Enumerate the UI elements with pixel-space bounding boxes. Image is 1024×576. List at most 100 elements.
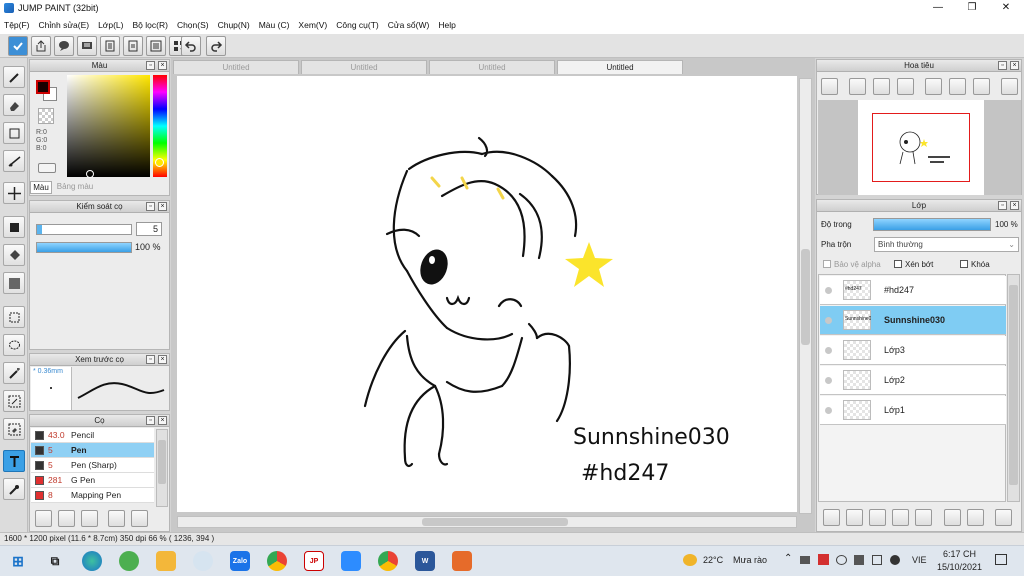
color-picker-cursor[interactable] xyxy=(86,170,94,178)
brush-list-scrollbar[interactable] xyxy=(156,429,168,507)
reset-rotation-icon[interactable] xyxy=(949,78,966,95)
app-icon[interactable] xyxy=(119,551,139,571)
menu-view[interactable]: Xem(V) xyxy=(298,20,327,30)
cloud-check-icon[interactable] xyxy=(8,36,28,56)
document-tab[interactable]: Untitled xyxy=(301,60,427,74)
chrome-icon[interactable] xyxy=(378,551,398,571)
saturation-value-picker[interactable] xyxy=(67,75,150,177)
clipping-checkbox[interactable] xyxy=(894,260,902,268)
menu-layer[interactable]: Lớp(L) xyxy=(98,20,123,30)
lasso-icon[interactable] xyxy=(3,334,25,356)
task-view-icon[interactable]: ⧉ xyxy=(45,551,65,571)
language-indicator[interactable]: VIE xyxy=(912,555,927,565)
wifi-icon[interactable] xyxy=(836,555,847,565)
layer-list-scrollbar[interactable] xyxy=(1007,274,1020,502)
jump-paint-taskbar-icon[interactable]: JP xyxy=(304,551,324,571)
message-box-icon[interactable] xyxy=(77,36,97,56)
new-halftone-layer-icon[interactable] xyxy=(892,509,909,526)
eyedropper-icon[interactable] xyxy=(3,478,25,500)
menu-file[interactable]: Tệp(F) xyxy=(4,20,30,30)
rotate-left-icon[interactable] xyxy=(925,78,942,95)
tab-palette[interactable]: Bảng màu xyxy=(54,181,96,194)
tray-app-icon[interactable] xyxy=(890,555,900,565)
word-icon[interactable]: W xyxy=(415,551,435,571)
navigator-view[interactable] xyxy=(818,100,1021,195)
tray-chevron-up-icon[interactable]: ⌃ xyxy=(784,553,792,564)
layer-folder-icon[interactable] xyxy=(915,509,932,526)
lock-checkbox[interactable] xyxy=(960,260,968,268)
document-icon[interactable] xyxy=(100,36,120,56)
close-button[interactable]: ✕ xyxy=(989,0,1023,16)
lock-option[interactable]: Khóa xyxy=(960,260,990,269)
panel-close-icon[interactable]: × xyxy=(158,416,167,425)
weather-description[interactable]: Mưa rào xyxy=(733,555,767,565)
square-select-icon[interactable] xyxy=(3,122,25,144)
menu-select[interactable]: Chọn(S) xyxy=(177,20,209,30)
page-icon[interactable] xyxy=(123,36,143,56)
duplicate-layer-icon[interactable] xyxy=(944,509,961,526)
tray-app-icon[interactable] xyxy=(800,556,810,564)
tab-color[interactable]: Màu xyxy=(30,181,52,194)
zoom-icon[interactable] xyxy=(341,551,361,571)
delete-layer-icon[interactable] xyxy=(995,509,1012,526)
text-icon[interactable] xyxy=(3,450,25,472)
brush-settings-icon[interactable] xyxy=(35,510,52,527)
redo-icon[interactable] xyxy=(206,36,226,56)
layer-row[interactable]: Lớp3 xyxy=(820,336,1006,365)
zoom-out-icon[interactable] xyxy=(897,78,914,95)
layer-visibility-icon[interactable] xyxy=(825,407,832,414)
layer-visibility-icon[interactable] xyxy=(825,347,832,354)
select-rect-icon[interactable] xyxy=(3,306,25,328)
protect-alpha-option[interactable]: Bảo vệ alpha xyxy=(823,260,881,269)
menu-capture[interactable]: Chụp(N) xyxy=(218,20,250,30)
drawing-canvas[interactable]: Sunnshine030 #hd247 xyxy=(177,76,797,512)
weather-icon[interactable] xyxy=(683,554,697,566)
edge-browser-icon[interactable] xyxy=(82,551,102,571)
speech-bubble-icon[interactable] xyxy=(54,36,74,56)
layer-visibility-icon[interactable] xyxy=(825,377,832,384)
fill-bucket-icon[interactable] xyxy=(3,244,25,266)
blend-mode-select[interactable]: Bình thường ⌄ xyxy=(874,237,1019,252)
foreground-color-swatch[interactable] xyxy=(36,80,50,94)
navigator-refresh-icon[interactable] xyxy=(1001,78,1018,95)
folder-icon[interactable] xyxy=(131,510,148,527)
panel-close-icon[interactable]: × xyxy=(1010,61,1019,70)
list-icon[interactable] xyxy=(146,36,166,56)
app-icon[interactable] xyxy=(193,551,213,571)
select-pen-icon[interactable] xyxy=(3,390,25,412)
app-icon[interactable] xyxy=(452,551,472,571)
brush-icon[interactable] xyxy=(3,66,25,88)
brush-list-item[interactable]: 281 G Pen xyxy=(31,473,154,488)
select-eraser-icon[interactable] xyxy=(3,418,25,440)
rotate-right-icon[interactable] xyxy=(973,78,990,95)
hue-slider-handle[interactable] xyxy=(155,158,164,167)
menu-help[interactable]: Help xyxy=(438,20,455,30)
line-icon[interactable] xyxy=(3,150,25,172)
panel-float-icon[interactable]: ▫ xyxy=(998,61,1007,70)
merge-layer-icon[interactable] xyxy=(967,509,984,526)
zoom-in-icon[interactable] xyxy=(821,78,838,95)
magic-wand-icon[interactable] xyxy=(3,362,25,384)
layer-row[interactable]: #hd247 #hd247 xyxy=(820,276,1006,305)
brush-size-slider[interactable] xyxy=(36,224,132,235)
menu-window[interactable]: Cửa sổ(W) xyxy=(388,20,430,30)
brush-size-input[interactable]: 5 xyxy=(136,222,162,236)
new-text-layer-icon[interactable] xyxy=(869,509,886,526)
tray-app-icon[interactable] xyxy=(818,554,829,565)
chrome-icon[interactable] xyxy=(267,551,287,571)
fit-screen-icon[interactable] xyxy=(873,78,890,95)
eye-icon[interactable] xyxy=(38,163,56,173)
brush-opacity-slider[interactable] xyxy=(36,242,132,253)
minimize-button[interactable]: — xyxy=(921,0,955,16)
panel-float-icon[interactable]: ▫ xyxy=(146,202,155,211)
protect-alpha-checkbox[interactable] xyxy=(823,260,831,268)
panel-close-icon[interactable]: × xyxy=(158,202,167,211)
brush-list-item[interactable]: 5 Pen (Sharp) xyxy=(31,458,154,473)
undo-icon[interactable] xyxy=(181,36,201,56)
document-tab[interactable]: Untitled xyxy=(173,60,299,74)
menu-filter[interactable]: Bộ lọc(R) xyxy=(133,20,168,30)
maximize-button[interactable]: ❐ xyxy=(955,0,989,16)
file-explorer-icon[interactable] xyxy=(156,551,176,571)
panel-float-icon[interactable]: ▫ xyxy=(998,201,1007,210)
brush-properties-icon[interactable] xyxy=(108,510,125,527)
